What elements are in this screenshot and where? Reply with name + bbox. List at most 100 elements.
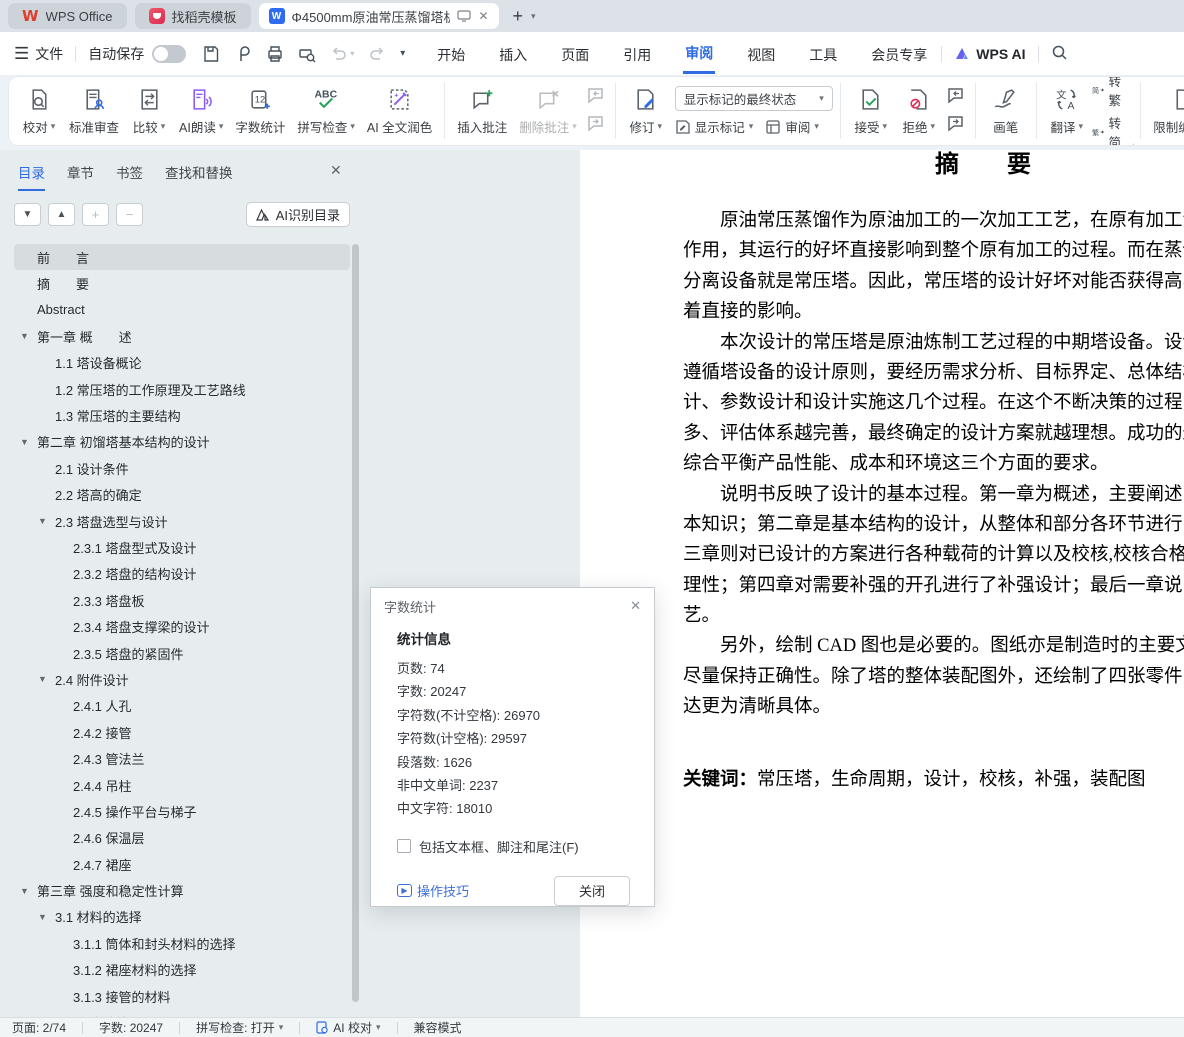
toc-item[interactable]: 前 言 [14, 244, 350, 271]
toc-collapse-arrow-icon[interactable]: ▼ [20, 331, 37, 341]
document-text-line[interactable]: 综合平衡产品性能、成本和环境这三个方面的要求。 [683, 449, 1184, 479]
document-text-line[interactable]: 作用，其运行的好坏直接影响到整个原有加工的过程。而在蒸馏加工的过 [683, 236, 1184, 266]
tips-link[interactable]: ▶ 操作技巧 [397, 881, 469, 900]
checkbox-icon[interactable] [397, 839, 411, 854]
review-pane-button[interactable]: 审阅 ▾ [765, 117, 819, 136]
word-count-indicator[interactable]: 字数: 20247 [99, 1019, 163, 1036]
autosave-toggle[interactable] [152, 44, 187, 63]
hamburger-icon[interactable]: ☰ [14, 44, 29, 64]
toc-item[interactable]: 1.3 常压塔的主要结构 [14, 402, 350, 428]
document-text-line[interactable]: 尽量保持正确性。除了塔的整体装配图外，还绘制了四张零件图对其进行 [683, 662, 1184, 692]
customize-toolbar-chevron-icon[interactable]: ▾ [400, 48, 405, 59]
menu-工具[interactable]: 工具 [807, 35, 839, 73]
save-icon[interactable] [202, 45, 220, 63]
previous-revision-icon[interactable] [946, 86, 966, 109]
document-title[interactable]: 摘 要 [935, 150, 1031, 179]
document-text-line[interactable]: 原油常压蒸馏作为原油加工的一次加工工艺，在原有加工流程中占 [683, 206, 1184, 236]
page-indicator[interactable]: 页面: 2/74 [12, 1019, 66, 1036]
document-text-line[interactable]: 说明书反映了设计的基本过程。第一章为概述，主要阐述了设计的 [683, 480, 1184, 510]
document-text-line[interactable]: 艺。 [683, 601, 1184, 631]
document-text-line[interactable]: 多、评估体系越完善，最终确定的设计方案就越理想。成功的过程设备 [683, 419, 1184, 449]
toc-item[interactable]: 2.4.5 操作平台与梯子 [14, 798, 350, 824]
show-markup-button[interactable]: 显示标记 ▾ [675, 117, 753, 136]
ink-brush-button[interactable]: 画笔 [983, 83, 1029, 139]
toc-item[interactable]: 1.2 常压塔的工作原理及工艺路线 [14, 376, 350, 402]
menu-插入[interactable]: 插入 [497, 35, 529, 73]
tab-wps-home[interactable]: W WPS Office [8, 3, 127, 29]
reject-change-button[interactable]: 拒绝 ▾ [896, 83, 942, 139]
close-dialog-button[interactable]: 关闭 [554, 875, 630, 906]
toc-collapse-arrow-icon[interactable]: ▼ [38, 516, 55, 526]
traditional-to-simplified-button[interactable]: 繁 转简 [1092, 113, 1127, 145]
document-text-line[interactable]: 本知识；第二章是基本结构的设计，从整体和部分各环节进行了机械的设 [683, 510, 1184, 540]
toc-item[interactable]: ▼ 第二章 初馏塔基本结构的设计 [14, 429, 350, 455]
ai-recognize-toc-button[interactable]: AI识别目录 [245, 202, 350, 227]
translate-button[interactable]: 文A 翻译 ▾ [1044, 83, 1090, 139]
ai-polish-button[interactable]: AI 全文润色 [362, 83, 437, 139]
toc-item[interactable]: Abstract [14, 297, 350, 323]
document-text-line[interactable]: 计、参数设计和设计实施这几个过程。在这个不断决策的过程中，可供 [683, 388, 1184, 418]
document-text-line[interactable]: 另外，绘制 CAD 图也是必要的。图纸亦是制造时的主要文件。绘制 [683, 631, 1184, 661]
new-tab-icon[interactable]: + [513, 6, 524, 27]
tab-list-chevron-icon[interactable]: ▾ [531, 11, 536, 22]
pane-tab-目录[interactable]: 目录 [18, 162, 45, 191]
toc-item[interactable]: ▼ 第一章 概 述 [14, 323, 350, 349]
search-icon[interactable] [1051, 44, 1068, 64]
wps-ai-button[interactable]: WPS AI [954, 46, 1026, 62]
sidebar-scrollbar[interactable] [352, 244, 359, 1002]
expand-all-button[interactable]: ▼ [14, 203, 41, 226]
compatibility-mode-badge[interactable]: 兼容模式 [414, 1019, 462, 1036]
dialog-close-icon[interactable]: ✕ [630, 598, 641, 614]
next-revision-icon[interactable] [946, 114, 966, 137]
toc-item[interactable]: 2.2 塔高的确定 [14, 482, 350, 508]
document-page[interactable]: 摘 要 原油常压蒸馏作为原油加工的一次加工工艺，在原有加工流程中占作用，其运行的… [580, 150, 1184, 1017]
document-text-line[interactable]: 达更为清晰具体。 [683, 692, 1184, 722]
compare-button[interactable]: 比较 ▾ [126, 83, 172, 139]
ai-read-aloud-button[interactable]: AI朗读 ▾ [174, 83, 228, 139]
menu-审阅[interactable]: 审阅 [683, 33, 716, 74]
document-text-line[interactable]: 本次设计的常压塔是原油炼制工艺过程的中期塔设备。设计时要考 [683, 328, 1184, 358]
toc-item[interactable]: 2.3.4 塔盘支撑梁的设计 [14, 613, 350, 639]
standard-review-button[interactable]: 标准审查 [64, 83, 124, 139]
collapse-all-button[interactable]: ▲ [48, 203, 75, 226]
accept-change-button[interactable]: 接受 ▾ [848, 83, 894, 139]
toc-item[interactable]: 2.4.7 裙座 [14, 851, 350, 877]
toc-item[interactable]: 3.1.3 接管的材料 [14, 983, 350, 1009]
spell-check-status[interactable]: 拼写检查: 打开 ▾ [196, 1019, 283, 1036]
tab-template-store[interactable]: 找稻壳模板 [134, 3, 251, 29]
document-text-line[interactable]: 三章则对已设计的方案进行各种载荷的计算以及校核,校核合格才能证明 [683, 540, 1184, 570]
word-count-button[interactable]: 12 字数统计 [230, 83, 290, 139]
insert-comment-button[interactable]: 插入批注 [452, 83, 512, 139]
include-footnotes-checkbox-row[interactable]: 包括文本框、脚注和尾注(F) [397, 837, 630, 856]
toc-item[interactable]: 2.4.4 吊柱 [14, 772, 350, 798]
toc-item[interactable]: ▼ 3.1 材料的选择 [14, 904, 350, 930]
toc-item[interactable]: 2.3.2 塔盘的结构设计 [14, 561, 350, 587]
toc-item[interactable]: 2.4.2 接管 [14, 719, 350, 745]
print-preview-icon[interactable] [298, 45, 316, 63]
enter-focus-mode-icon[interactable] [457, 10, 472, 22]
toc-item[interactable]: 2.4.6 保温层 [14, 825, 350, 851]
ai-proofread-status[interactable]: AI 校对 ▾ [316, 1019, 381, 1036]
group-expand-icon[interactable]: ⌟ [1130, 138, 1134, 145]
toc-item[interactable]: 2.4.3 管法兰 [14, 745, 350, 771]
toc-collapse-arrow-icon[interactable]: ▼ [38, 674, 55, 684]
document-text-line[interactable]: 遵循塔设备的设计原则，要经历需求分析、目标界定、总体结构设计、 [683, 358, 1184, 388]
toc-item[interactable]: ▼ 第三章 强度和稳定性计算 [14, 877, 350, 903]
toc-item[interactable]: 2.3.3 塔盘板 [14, 587, 350, 613]
spell-check-button[interactable]: ABC 拼写检查 ▾ [292, 83, 360, 139]
toc-collapse-arrow-icon[interactable]: ▼ [20, 437, 37, 447]
document-text-line[interactable]: 着直接的影响。 [683, 297, 1184, 327]
toc-item[interactable]: ▼ 2.4 附件设计 [14, 666, 350, 692]
toc-item[interactable]: ▼ 2.3 塔盘选型与设计 [14, 508, 350, 534]
pane-tab-章节[interactable]: 章节 [67, 162, 94, 191]
tab-document[interactable]: W Φ4500mm原油常压蒸馏塔机 ✕ [258, 3, 499, 29]
restrict-editing-button[interactable]: 限制编辑 [1148, 83, 1184, 139]
menu-引用[interactable]: 引用 [621, 35, 653, 73]
toc-item[interactable]: 2.4.1 人孔 [14, 693, 350, 719]
menu-开始[interactable]: 开始 [435, 35, 467, 73]
track-changes-button[interactable]: 修订 ▾ [623, 83, 669, 139]
markup-state-select[interactable]: 显示标记的最终状态 ▾ [674, 86, 833, 111]
document-text-line[interactable]: 分离设备就是常压塔。因此，常压塔的设计好坏对能否获得高收益，搞品 [683, 267, 1184, 297]
toc-item[interactable]: 2.1 设计条件 [14, 455, 350, 481]
toc-collapse-arrow-icon[interactable]: ▼ [20, 886, 37, 896]
